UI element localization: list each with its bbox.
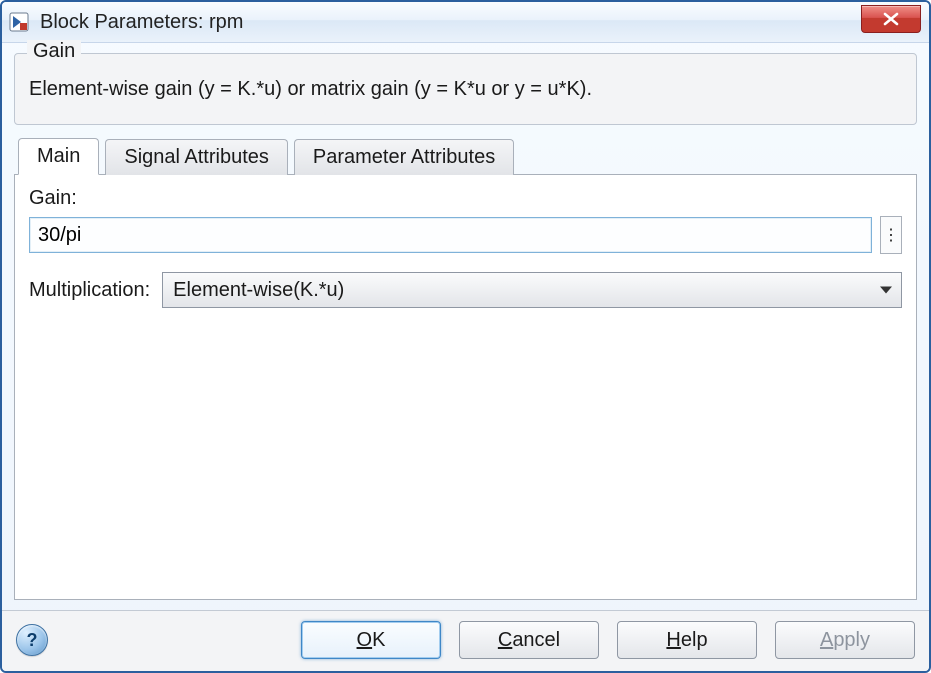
gain-field: Gain: ⋮	[29, 187, 902, 254]
button-bar: ? OK Cancel Help Apply	[2, 610, 929, 671]
help-button[interactable]: Help	[617, 621, 757, 659]
help-icon[interactable]: ?	[16, 624, 48, 656]
window-title: Block Parameters: rpm	[40, 11, 861, 34]
simulink-icon	[8, 11, 30, 33]
tab-strip: Main Signal Attributes Parameter Attribu…	[14, 137, 917, 174]
title-bar: Block Parameters: rpm	[2, 2, 929, 43]
tab-parameter-attributes[interactable]: Parameter Attributes	[294, 139, 514, 175]
close-icon	[882, 12, 900, 26]
multiplication-value: Element-wise(K.*u)	[173, 279, 344, 302]
tab-signal-attributes[interactable]: Signal Attributes	[105, 139, 288, 175]
block-description-group: Gain Element-wise gain (y = K.*u) or mat…	[14, 53, 917, 125]
chevron-down-icon	[880, 287, 892, 294]
gain-input[interactable]	[29, 217, 872, 253]
apply-button[interactable]: Apply	[775, 621, 915, 659]
gain-edit-button[interactable]: ⋮	[880, 216, 902, 254]
dialog-window: Block Parameters: rpm Gain Element-wise …	[0, 0, 931, 673]
multiplication-field: Multiplication: Element-wise(K.*u)	[29, 272, 902, 308]
close-button[interactable]	[861, 5, 921, 33]
block-description-text: Element-wise gain (y = K.*u) or matrix g…	[29, 74, 902, 104]
multiplication-select[interactable]: Element-wise(K.*u)	[162, 272, 902, 308]
tab-signal-label: Signal Attributes	[124, 146, 269, 168]
block-type-label: Gain	[27, 40, 81, 63]
cancel-button[interactable]: Cancel	[459, 621, 599, 659]
ok-button[interactable]: OK	[301, 621, 441, 659]
tab-param-label: Parameter Attributes	[313, 146, 495, 168]
multiplication-label: Multiplication:	[29, 279, 150, 302]
tab-main-label: Main	[37, 145, 80, 167]
tab-panel-main: Gain: ⋮ Multiplication: Element-wise(K.*…	[14, 174, 917, 600]
tab-main[interactable]: Main	[18, 138, 99, 175]
help-icon-glyph: ?	[27, 630, 38, 651]
ellipsis-icon: ⋮	[883, 225, 899, 245]
gain-label: Gain:	[29, 187, 902, 210]
dialog-body: Gain Element-wise gain (y = K.*u) or mat…	[2, 43, 929, 610]
